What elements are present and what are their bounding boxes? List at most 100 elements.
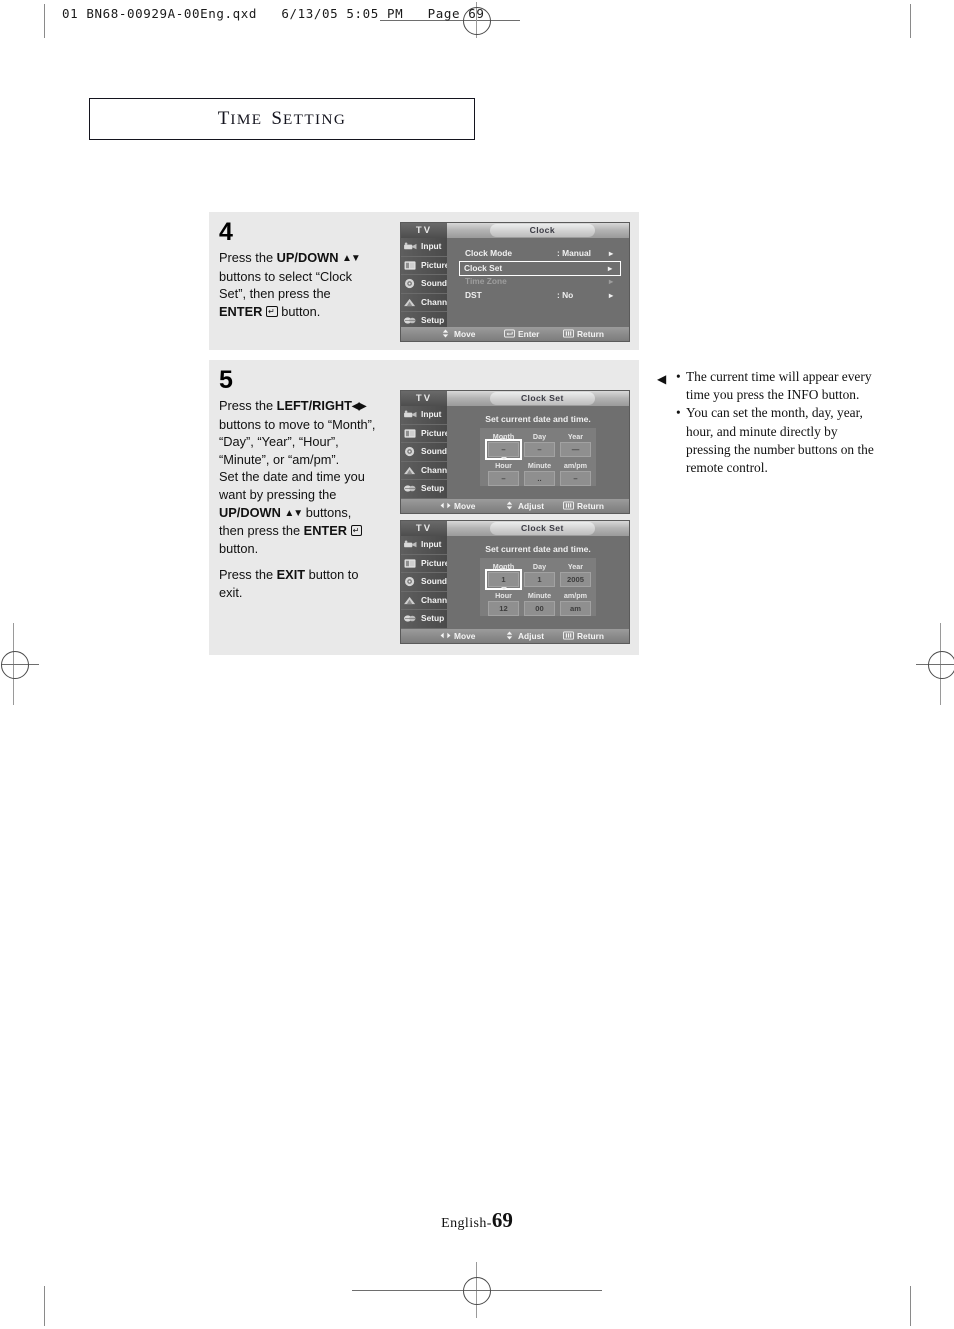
instruction-line: then press the ENTER ↵	[219, 522, 404, 540]
note-pointer-icon: ◀	[657, 372, 667, 386]
side-notes: ◀ • The current time will appear every ti…	[657, 368, 882, 477]
field-value-hour[interactable]: 12	[488, 601, 519, 616]
field-header-day: Day	[532, 432, 547, 441]
osd-footer-action-move[interactable]: Move	[440, 629, 475, 643]
field-value-year[interactable]: —	[560, 442, 591, 457]
field-value-am-pm[interactable]: –	[560, 471, 591, 486]
sidebar-item-sound[interactable]: Sound	[401, 573, 447, 592]
osd-footer-action-return[interactable]: Return	[563, 629, 604, 643]
chevron-right-icon: ▸	[607, 264, 612, 273]
camcorder-icon	[403, 241, 418, 252]
instruction-line: buttons to move to “Month”,	[219, 416, 404, 434]
sidebar-item-label: Picture	[421, 259, 450, 270]
camcorder-icon	[403, 539, 418, 550]
sidebar-item-channel[interactable]: Channel	[401, 294, 454, 312]
title-smallcaps: ETTING	[283, 111, 347, 128]
instruction-line: Press the LEFT/RIGHT◀▶	[219, 397, 404, 416]
field-value-hour[interactable]: –	[488, 471, 519, 486]
title-initial: S	[271, 108, 283, 129]
speaker-icon	[403, 446, 418, 457]
sidebar-item-setup[interactable]: Setup	[401, 610, 447, 629]
menu-row-dst[interactable]: DST: No ▸	[461, 289, 621, 302]
osd-content-area: Clock Mode: Manual ▸ Clock Set ▸ Time Zone ▸ D…	[447, 238, 629, 327]
sidebar-item-picture[interactable]: Picture	[401, 257, 450, 275]
osd-footer-action-move[interactable]: Move	[440, 327, 475, 341]
field-header-am-pm: am/pm	[563, 461, 588, 470]
osd-footer-action-move[interactable]: Move	[440, 499, 475, 513]
note-item: • You can set the month, day, year, hour,…	[676, 404, 882, 477]
caret-down-icon	[501, 457, 507, 460]
instruction-line: Press the UP/DOWN ▲▼	[219, 249, 404, 268]
instruction-line: ENTER ↵ button.	[219, 303, 404, 321]
osd-footer-action-adjust[interactable]: Adjust	[504, 499, 544, 513]
sidebar-item-channel[interactable]: Channel	[401, 592, 454, 610]
instruction-text-run: EXIT	[276, 567, 306, 583]
menu-row-clock-set[interactable]: Clock Set ▸	[459, 261, 621, 276]
sidebar-item-label: Setup	[421, 483, 445, 493]
chevron-right-icon: ▸	[608, 277, 613, 286]
field-value-minute[interactable]: ..	[524, 471, 555, 486]
instruction-text-run: then press the	[219, 523, 304, 539]
field-value-year[interactable]: 2005	[560, 572, 591, 587]
chevron-right-icon: ▸	[608, 291, 613, 300]
bullet-icon: •	[676, 369, 681, 384]
caret-up-icon	[501, 437, 507, 440]
camcorder-icon	[403, 409, 418, 420]
sidebar-item-picture[interactable]: Picture	[401, 555, 449, 573]
enter-key-icon: ↵	[265, 305, 278, 317]
field-value-month[interactable]: –	[485, 439, 522, 460]
sidebar-item-label: Input	[421, 241, 442, 251]
sidebar-item-sound[interactable]: Sound	[401, 443, 447, 462]
tv-osd-screen: TVClockInputPictureSoundChannelSetupGuid…	[400, 222, 630, 342]
sidebar-item-input[interactable]: Input	[401, 406, 447, 425]
menu-row-value: : No	[557, 290, 574, 300]
osd-content-area: Set current date and time. Month 1 Day 1 Year…	[447, 536, 629, 629]
menu-row-time-zone[interactable]: Time Zone ▸	[461, 275, 621, 288]
menu-row-value: : Manual	[557, 248, 591, 258]
sidebar-item-channel[interactable]: Channel	[401, 462, 454, 480]
instruction-text-run: button.	[277, 303, 321, 319]
note-text: You can set the month, day, year, hour, …	[686, 405, 874, 476]
osd-footer-action-label: Return	[577, 329, 604, 339]
sidebar-item-label: Sound	[421, 278, 448, 288]
field-header-hour: Hour	[495, 591, 512, 600]
osd-footer-action-enter[interactable]: Enter	[504, 327, 539, 341]
updown-arrow-icon	[440, 328, 451, 341]
registration-mark-right	[928, 651, 954, 679]
instruction-text-run: Press the	[219, 567, 277, 583]
sidebar-item-picture[interactable]: Picture	[401, 425, 449, 443]
sidebar-item-setup[interactable]: Setup	[401, 480, 447, 499]
instruction-text-run: Set”, then press the	[219, 286, 331, 302]
crop-rule-left-bottom	[44, 1286, 45, 1326]
sidebar-item-sound[interactable]: Sound	[401, 275, 447, 294]
step-4-panel: 4 Press the UP/DOWN ▲▼ buttons to select “…	[209, 212, 639, 350]
field-value-month[interactable]: 1	[485, 569, 522, 590]
sidebar-item-input[interactable]: Input	[401, 536, 447, 555]
menu-row-clock-mode[interactable]: Clock Mode: Manual ▸	[461, 247, 621, 260]
instruction-text-run: want by pressing the	[219, 486, 337, 502]
osd-footer-action-return[interactable]: Return	[563, 499, 604, 513]
step-number: 4	[219, 218, 233, 246]
title-smallcaps: IME	[230, 111, 263, 128]
instruction-text-run: Set the date and time you	[219, 469, 365, 485]
crop-rule-left	[44, 4, 45, 38]
picture-icon	[403, 558, 418, 569]
osd-footer-action-adjust[interactable]: Adjust	[504, 629, 544, 643]
field-value-day[interactable]: –	[524, 442, 555, 457]
field-value-day[interactable]: 1	[524, 572, 555, 587]
sidebar-item-input[interactable]: Input	[401, 238, 447, 257]
sidebar-item-label: Input	[421, 539, 442, 549]
updown-arrow-icon	[504, 630, 515, 643]
instruction-text-run: “Minute”, or “am/pm”.	[219, 451, 340, 467]
osd-footer-action-return[interactable]: Return	[563, 327, 604, 341]
menu-row-label: Clock Set	[464, 263, 503, 273]
field-header-hour: Hour	[495, 461, 512, 470]
clock-set-caption: Set current date and time.	[485, 414, 591, 424]
leftright-arrow-icon	[440, 630, 451, 643]
field-header-year: Year	[567, 562, 584, 571]
field-value-minute[interactable]: 00	[524, 601, 555, 616]
tv-osd-screen: TV Clock Set Input Picture Sound Channel Setup…	[400, 520, 630, 644]
field-value-am-pm[interactable]: am	[560, 601, 591, 616]
caret-down-icon	[501, 587, 507, 590]
leftright-arrow-icon	[440, 500, 451, 513]
